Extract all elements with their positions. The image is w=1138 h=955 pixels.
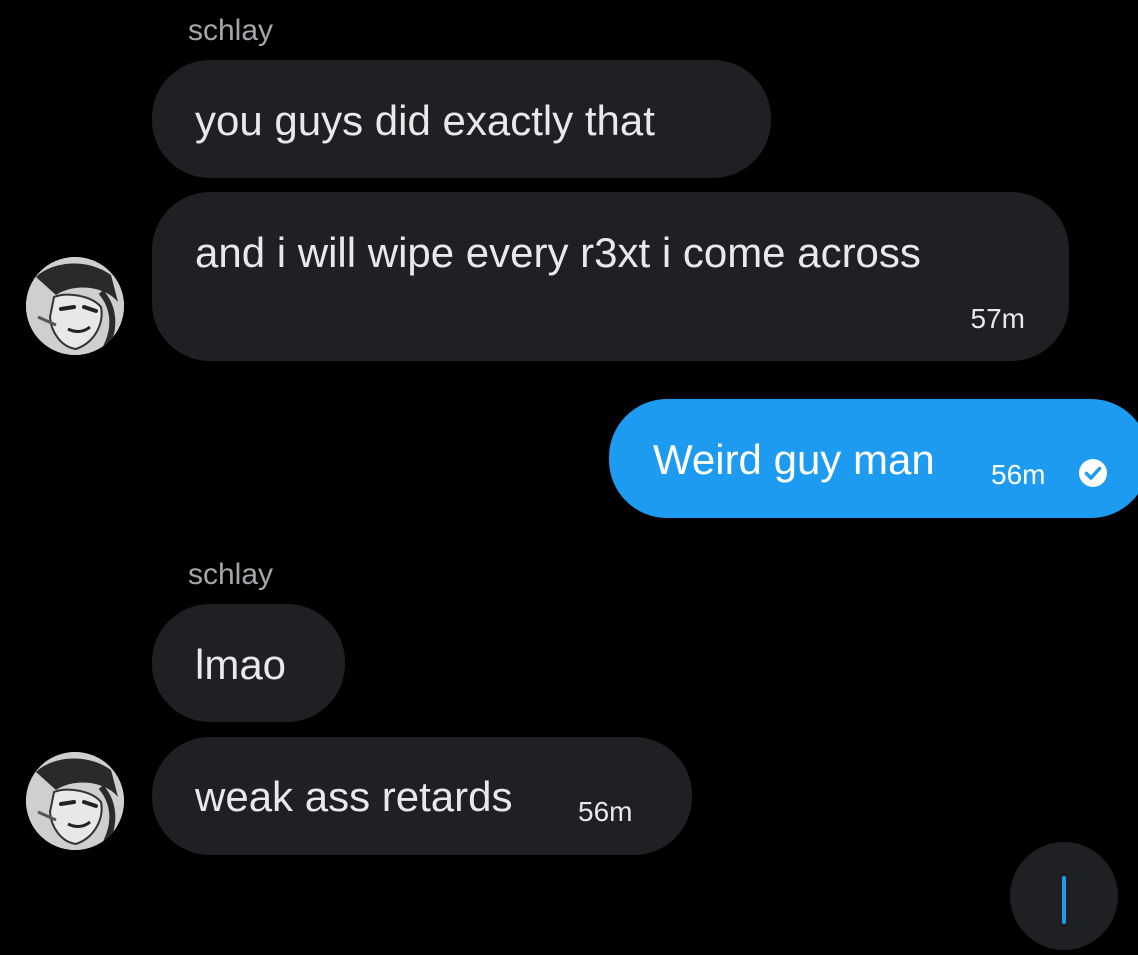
check-circle-icon xyxy=(1079,459,1107,487)
message-text: lmao xyxy=(195,641,287,688)
sender-name: schlay xyxy=(188,14,274,47)
message-text: weak ass retards xyxy=(195,773,513,820)
arrow-down-icon xyxy=(1062,876,1066,924)
message-timestamp: 56m xyxy=(991,459,1046,490)
avatar[interactable] xyxy=(26,257,124,355)
avatar-image xyxy=(26,752,124,850)
message-bubble[interactable]: Weird guy man 56m xyxy=(609,399,1138,518)
message-bubble[interactable]: and i will wipe every r3xt i come across… xyxy=(152,192,1069,361)
message-timestamp: 56m xyxy=(578,796,633,827)
message-bubble[interactable]: weak ass retards 56m xyxy=(152,737,692,855)
message-text: you guys did exactly that xyxy=(195,97,655,144)
scroll-down-button[interactable] xyxy=(1010,842,1118,950)
avatar[interactable] xyxy=(26,752,124,850)
sender-name: schlay xyxy=(188,558,274,591)
message-bubble[interactable]: you guys did exactly that xyxy=(152,60,771,178)
message-text: Weird guy man xyxy=(653,436,935,483)
message-timestamp: 57m xyxy=(970,303,1025,334)
avatar-image xyxy=(26,257,124,355)
message-text: and i will wipe every r3xt i come across xyxy=(195,229,921,276)
message-bubble[interactable]: lmao xyxy=(152,604,345,722)
